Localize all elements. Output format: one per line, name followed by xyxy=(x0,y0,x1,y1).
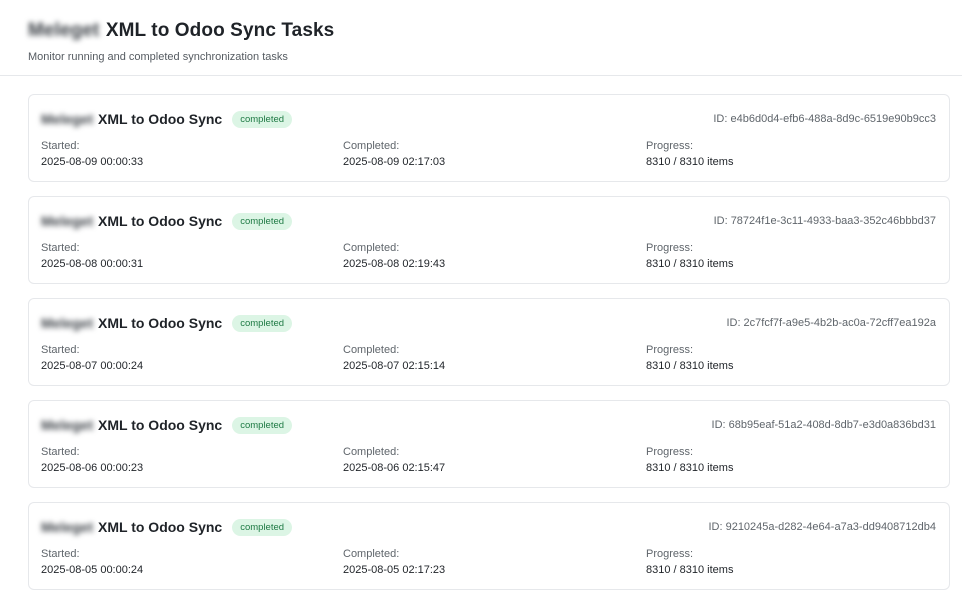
task-name-prefix: Meleget xyxy=(41,213,94,229)
completed-label: Completed: xyxy=(343,242,400,254)
started-value: 2025-08-06 00:00:23 xyxy=(41,462,144,474)
started-label: Started: xyxy=(41,140,80,152)
completed-field: Completed: 2025-08-07 02:15:14 xyxy=(343,343,646,373)
task-id: ID: e4b6d0d4-efb6-488a-8d9c-6519e90b9cc3 xyxy=(713,113,936,125)
started-value: 2025-08-08 00:00:31 xyxy=(41,258,144,270)
progress-field: Progress: 8310 / 8310 items xyxy=(646,547,946,577)
task-fields: Started: 2025-08-06 00:00:23 Completed: … xyxy=(41,445,936,475)
progress-value: 8310 / 8310 items xyxy=(646,462,734,474)
page-header: Meleget XML to Odoo Sync Tasks Monitor r… xyxy=(0,0,962,76)
task-fields: Started: 2025-08-05 00:00:24 Completed: … xyxy=(41,547,936,577)
task-name-text: XML to Odoo Sync xyxy=(98,111,223,127)
started-value: 2025-08-09 00:00:33 xyxy=(41,156,144,168)
status-badge: completed xyxy=(232,314,293,332)
completed-value: 2025-08-06 02:15:47 xyxy=(343,462,446,474)
task-name: Meleget XML to Odoo Sync xyxy=(41,213,222,229)
progress-field: Progress: 8310 / 8310 items xyxy=(646,139,946,169)
started-label: Started: xyxy=(41,344,80,356)
status-badge: completed xyxy=(232,518,293,536)
started-field: Started: 2025-08-08 00:00:31 xyxy=(41,241,343,271)
completed-label: Completed: xyxy=(343,446,400,458)
task-name-prefix: Meleget xyxy=(41,417,94,433)
started-field: Started: 2025-08-05 00:00:24 xyxy=(41,547,343,577)
task-card-header: Meleget XML to Odoo Sync completed ID: 9… xyxy=(41,517,936,537)
completed-value: 2025-08-05 02:17:23 xyxy=(343,564,446,576)
task-fields: Started: 2025-08-09 00:00:33 Completed: … xyxy=(41,139,936,169)
started-label: Started: xyxy=(41,548,80,560)
completed-field: Completed: 2025-08-05 02:17:23 xyxy=(343,547,646,577)
task-card-header: Meleget XML to Odoo Sync completed ID: e… xyxy=(41,109,936,129)
progress-label: Progress: xyxy=(646,242,694,254)
progress-value: 8310 / 8310 items xyxy=(646,360,734,372)
completed-label: Completed: xyxy=(343,140,400,152)
task-name-prefix: Meleget xyxy=(41,111,94,127)
task-card[interactable]: Meleget XML to Odoo Sync completed ID: 2… xyxy=(28,298,950,386)
task-name-text: XML to Odoo Sync xyxy=(98,315,223,331)
started-field: Started: 2025-08-07 00:00:24 xyxy=(41,343,343,373)
task-name: Meleget XML to Odoo Sync xyxy=(41,315,222,331)
completed-label: Completed: xyxy=(343,344,400,356)
progress-value: 8310 / 8310 items xyxy=(646,258,734,270)
task-id: ID: 9210245a-d282-4e64-a7a3-dd9408712db4 xyxy=(708,521,936,533)
task-id: ID: 68b95eaf-51a2-408d-8db7-e3d0a836bd31 xyxy=(711,419,936,431)
progress-label: Progress: xyxy=(646,140,694,152)
task-card-header: Meleget XML to Odoo Sync completed ID: 7… xyxy=(41,211,936,231)
task-id: ID: 78724f1e-3c11-4933-baa3-352c46bbbd37 xyxy=(713,215,936,227)
completed-value: 2025-08-08 02:19:43 xyxy=(343,258,446,270)
completed-field: Completed: 2025-08-09 02:17:03 xyxy=(343,139,646,169)
progress-label: Progress: xyxy=(646,446,694,458)
progress-value: 8310 / 8310 items xyxy=(646,156,734,168)
page-title-text: XML to Odoo Sync Tasks xyxy=(105,20,335,41)
task-fields: Started: 2025-08-08 00:00:31 Completed: … xyxy=(41,241,936,271)
started-field: Started: 2025-08-09 00:00:33 xyxy=(41,139,343,169)
started-label: Started: xyxy=(41,242,80,254)
task-name: Meleget XML to Odoo Sync xyxy=(41,111,222,127)
completed-value: 2025-08-09 02:17:03 xyxy=(343,156,446,168)
task-id: ID: 2c7fcf7f-a9e5-4b2b-ac0a-72cff7ea192a xyxy=(726,317,936,329)
completed-field: Completed: 2025-08-06 02:15:47 xyxy=(343,445,646,475)
task-fields: Started: 2025-08-07 00:00:24 Completed: … xyxy=(41,343,936,373)
task-name-text: XML to Odoo Sync xyxy=(98,417,223,433)
progress-field: Progress: 8310 / 8310 items xyxy=(646,445,946,475)
page-title-prefix: Meleget xyxy=(28,20,100,41)
task-name-prefix: Meleget xyxy=(41,315,94,331)
progress-label: Progress: xyxy=(646,548,694,560)
status-badge: completed xyxy=(232,212,293,230)
progress-field: Progress: 8310 / 8310 items xyxy=(646,343,946,373)
started-label: Started: xyxy=(41,446,80,458)
task-name: Meleget XML to Odoo Sync xyxy=(41,519,222,535)
sync-tasks-page: Meleget XML to Odoo Sync Tasks Monitor r… xyxy=(0,0,962,601)
completed-value: 2025-08-07 02:15:14 xyxy=(343,360,446,372)
task-list: Meleget XML to Odoo Sync completed ID: e… xyxy=(28,94,950,590)
task-card-header: Meleget XML to Odoo Sync completed ID: 2… xyxy=(41,313,936,333)
task-list-container[interactable]: Meleget XML to Odoo Sync completed ID: e… xyxy=(0,76,962,601)
started-value: 2025-08-07 00:00:24 xyxy=(41,360,144,372)
task-name: Meleget XML to Odoo Sync xyxy=(41,417,222,433)
progress-label: Progress: xyxy=(646,344,694,356)
started-field: Started: 2025-08-06 00:00:23 xyxy=(41,445,343,475)
status-badge: completed xyxy=(232,110,293,128)
progress-field: Progress: 8310 / 8310 items xyxy=(646,241,946,271)
completed-field: Completed: 2025-08-08 02:19:43 xyxy=(343,241,646,271)
started-value: 2025-08-05 00:00:24 xyxy=(41,564,144,576)
progress-value: 8310 / 8310 items xyxy=(646,564,734,576)
task-card[interactable]: Meleget XML to Odoo Sync completed ID: e… xyxy=(28,94,950,182)
completed-label: Completed: xyxy=(343,548,400,560)
task-card[interactable]: Meleget XML to Odoo Sync completed ID: 7… xyxy=(28,196,950,284)
task-card-header: Meleget XML to Odoo Sync completed ID: 6… xyxy=(41,415,936,435)
task-name-text: XML to Odoo Sync xyxy=(98,519,223,535)
page-title: Meleget XML to Odoo Sync Tasks xyxy=(28,20,962,42)
task-card[interactable]: Meleget XML to Odoo Sync completed ID: 9… xyxy=(28,502,950,590)
page-subtitle: Monitor running and completed synchroniz… xyxy=(28,51,288,63)
task-card[interactable]: Meleget XML to Odoo Sync completed ID: 6… xyxy=(28,400,950,488)
task-name-text: XML to Odoo Sync xyxy=(98,213,223,229)
status-badge: completed xyxy=(232,416,293,434)
task-name-prefix: Meleget xyxy=(41,519,94,535)
